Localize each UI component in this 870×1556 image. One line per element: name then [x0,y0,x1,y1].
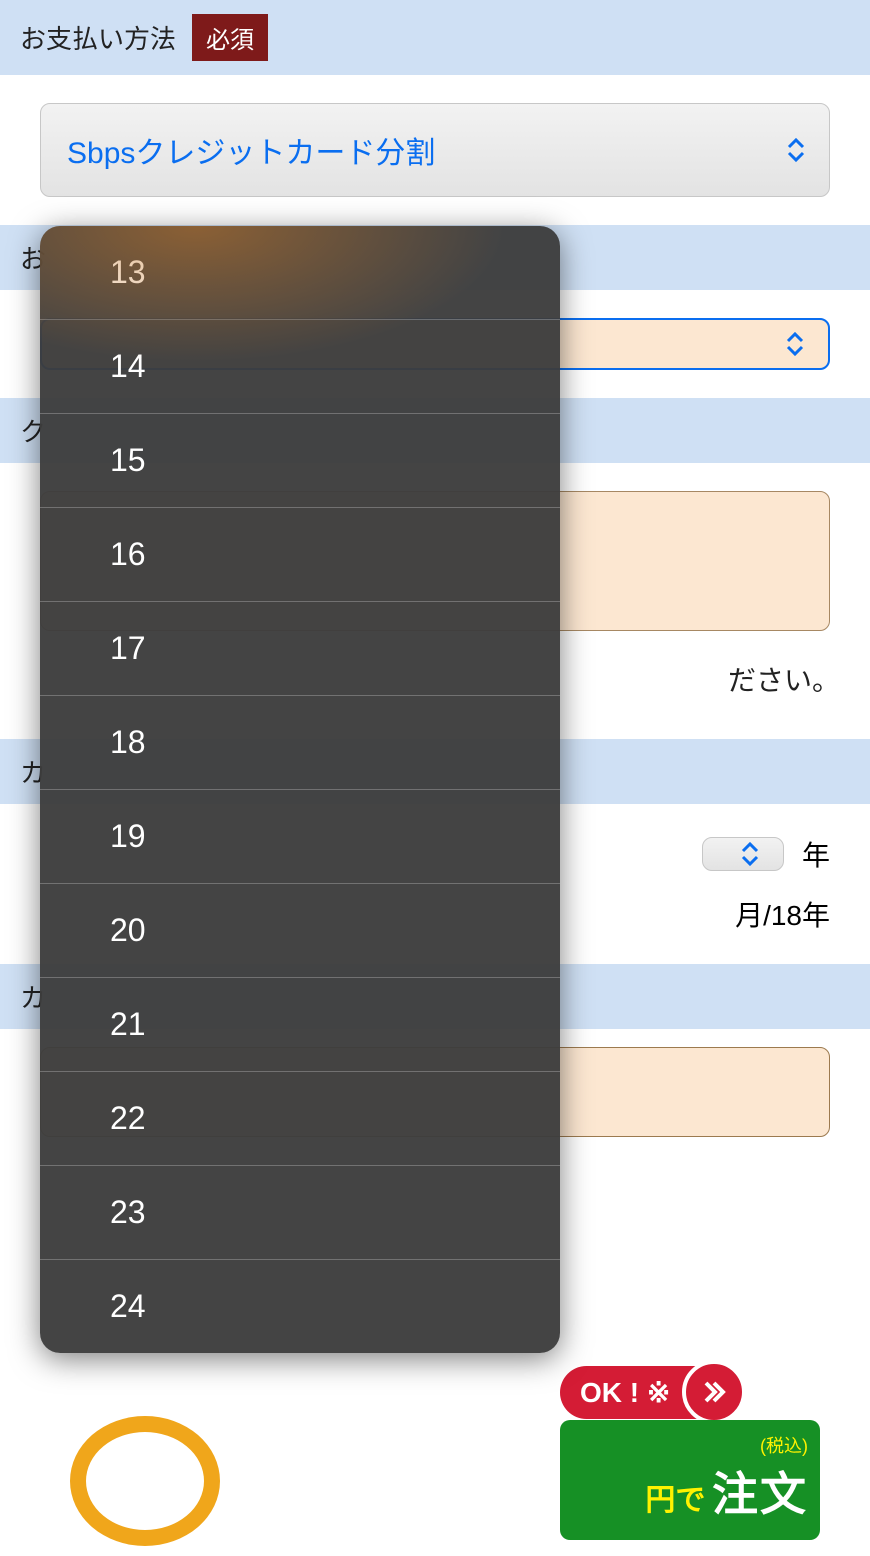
section-payment-method: お支払い方法 必須 [0,0,870,75]
payment-method-value: Sbpsクレジットカード分割 [67,137,435,170]
payment-method-select[interactable]: Sbpsクレジットカード分割 [40,103,830,197]
order-line: 円で 注文 [645,1489,808,1516]
dropdown-option[interactable]: 17 [40,602,560,696]
order-banner: OK ! ※ (税込) 円で 注文 [560,1366,830,1546]
dropdown-option[interactable]: 21 [40,978,560,1072]
dropdown-option[interactable]: 20 [40,884,560,978]
dropdown-option[interactable]: 13 [40,226,560,320]
ok-pill[interactable]: OK ! ※ [560,1366,740,1419]
dropdown-option[interactable]: 23 [40,1166,560,1260]
double-chevron-right-icon [682,1360,746,1424]
installments-dropdown[interactable]: 131415161718192021222324 [40,226,560,1353]
dropdown-option[interactable]: 15 [40,414,560,508]
expiry-year-select[interactable] [702,837,784,871]
year-unit-label: 年 [802,834,830,874]
ok-text: OK ! ※ [580,1376,670,1409]
chevron-updown-icon [785,136,807,164]
dropdown-option[interactable]: 16 [40,508,560,602]
dropdown-option[interactable]: 24 [40,1260,560,1353]
order-button[interactable]: (税込) 円で 注文 [560,1420,820,1540]
dropdown-option[interactable]: 22 [40,1072,560,1166]
required-badge: 必須 [192,14,268,61]
dropdown-option[interactable]: 18 [40,696,560,790]
dropdown-option[interactable]: 14 [40,320,560,414]
chevron-updown-icon [739,840,761,868]
chevron-updown-icon [784,330,806,358]
annotation-circle [70,1416,220,1546]
payment-method-area: Sbpsクレジットカード分割 [0,75,870,225]
tax-label: (税込) [572,1432,808,1458]
payment-method-label: お支払い方法 [20,19,176,56]
dropdown-option[interactable]: 19 [40,790,560,884]
